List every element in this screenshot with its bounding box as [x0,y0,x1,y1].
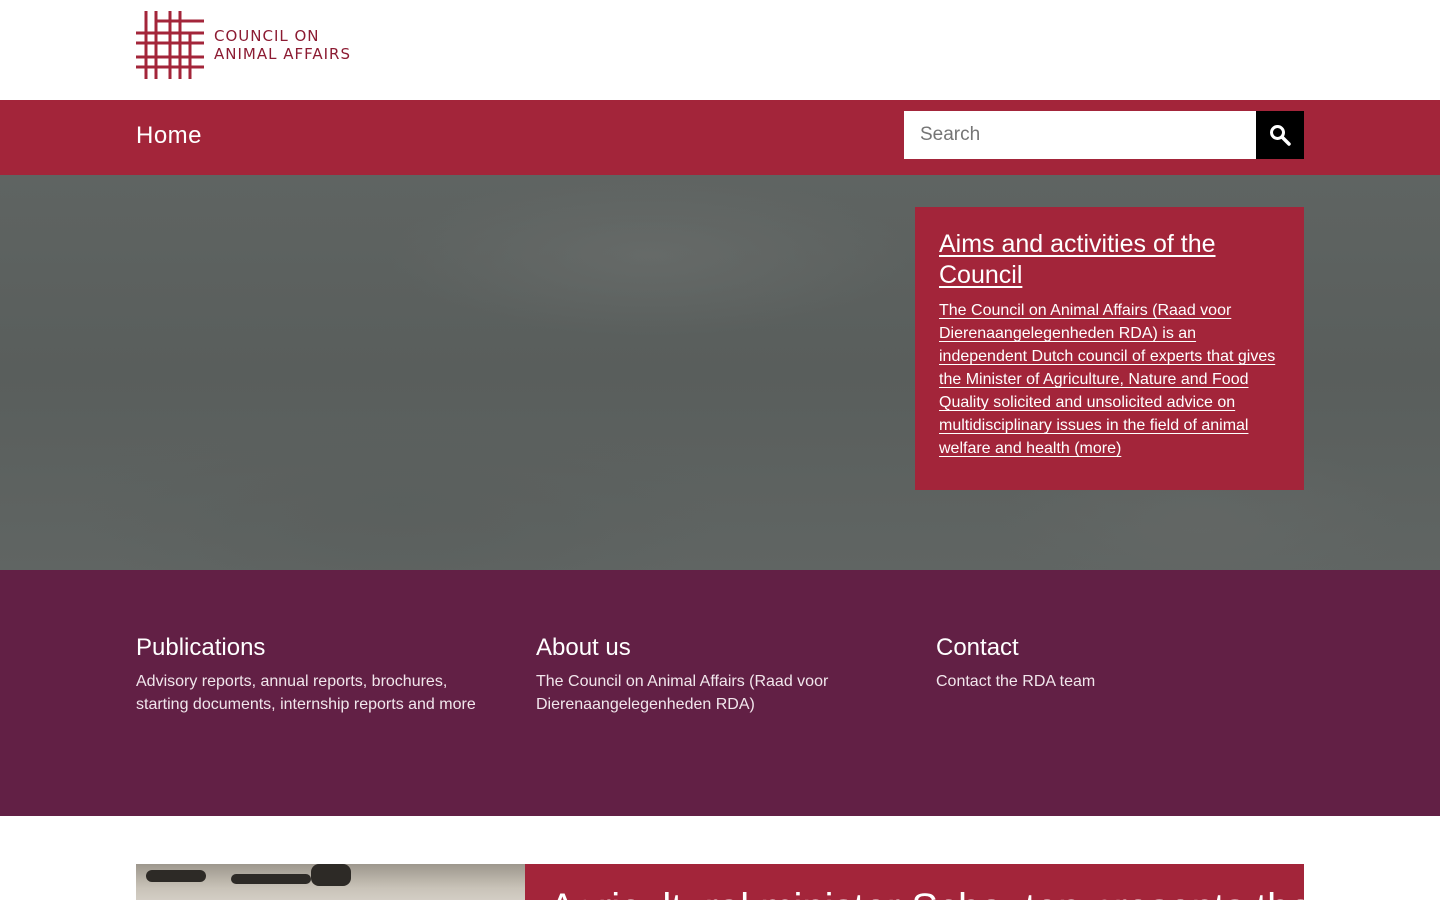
search-button[interactable] [1256,111,1304,159]
publications-column: Publications Advisory reports, annual re… [136,632,488,716]
photo-shape [311,864,351,886]
about-us-column: About us The Council on Animal Affairs (… [536,632,888,716]
news-section: Agricultural minister Schouten presents … [0,816,1440,900]
logo-line-1: COUNCIL ON [214,27,320,45]
news-photo[interactable] [136,864,525,900]
main-navbar: Home [0,100,1440,175]
photo-shape [146,870,206,882]
quick-links-section: Publications Advisory reports, annual re… [0,570,1440,816]
about-us-description: The Council on Animal Affairs (Raad voor… [536,673,829,713]
about-us-link[interactable]: About us [536,632,888,664]
publications-description: Advisory reports, annual reports, brochu… [136,673,476,713]
news-card-title: Agricultural minister Schouten presents … [549,884,1304,900]
photo-shape [231,874,311,884]
logo-line-2: ANIMAL AFFAIRS [214,45,352,63]
publications-link[interactable]: Publications [136,632,488,664]
logo-text: COUNCIL ON ANIMAL AFFAIRS [214,27,351,63]
search-input[interactable] [904,111,1256,159]
contact-description: Contact the RDA team [936,673,1096,690]
nav-home-link[interactable]: Home [136,120,202,152]
contact-link[interactable]: Contact [936,632,1288,664]
search-icon [1270,125,1291,146]
site-header: COUNCIL ON ANIMAL AFFAIRS [0,0,1440,100]
contact-column: Contact Contact the RDA team [936,632,1288,693]
site-logo[interactable]: COUNCIL ON ANIMAL AFFAIRS [136,11,351,79]
hero-banner: Aims and activities of the Council The C… [0,175,1440,570]
hero-card: Aims and activities of the Council The C… [915,207,1304,490]
grid-logo-icon [136,11,204,79]
hero-card-text-link[interactable]: The Council on Animal Affairs (Raad voor… [939,299,1280,460]
news-card[interactable]: Agricultural minister Schouten presents … [525,864,1304,900]
hero-card-title-link[interactable]: Aims and activities of the Council [939,229,1280,291]
